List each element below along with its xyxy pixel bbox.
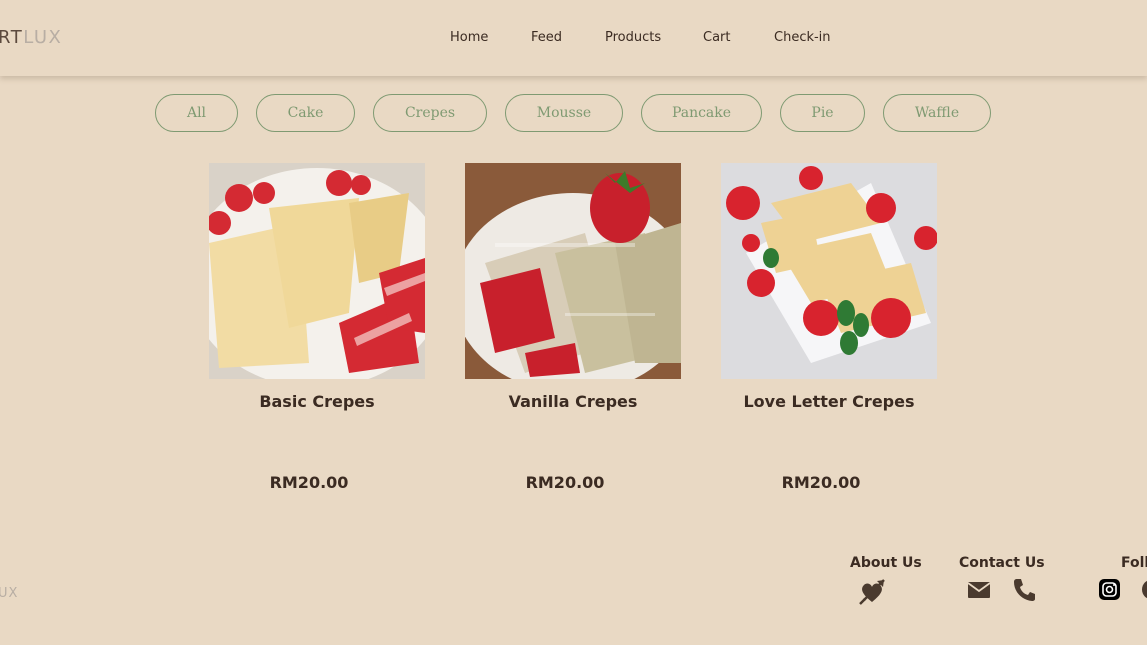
filter-pancake[interactable]: Pancake xyxy=(641,94,762,132)
product-image-vanilla-crepes[interactable] xyxy=(465,163,681,379)
follow-heading: Foll xyxy=(1121,555,1147,571)
product-name: Vanilla Crepes xyxy=(508,392,638,411)
contact-us-heading: Contact Us xyxy=(959,555,1045,571)
nav-check-in[interactable]: Check-in xyxy=(774,30,831,45)
product-price: RM20.00 xyxy=(525,473,605,492)
product-name: Basic Crepes xyxy=(259,392,375,411)
nav-home[interactable]: Home xyxy=(450,30,488,45)
main-nav: Home Feed Products Cart Check-in xyxy=(0,30,1147,50)
filter-waffle[interactable]: Waffle xyxy=(883,94,991,132)
product-card[interactable]: Vanilla Crepes RM20.00 xyxy=(465,163,681,492)
nav-products[interactable]: Products xyxy=(605,30,661,45)
product-price: RM20.00 xyxy=(269,473,349,492)
social-icon-partial[interactable] xyxy=(1141,579,1147,600)
product-image-basic-crepes[interactable] xyxy=(209,163,425,379)
product-card[interactable]: Love Letter Crepes RM20.00 xyxy=(721,163,937,492)
product-price: RM20.00 xyxy=(781,473,861,492)
heart-arrow-icon[interactable] xyxy=(858,578,886,606)
category-filters: All Cake Crepes Mousse Pancake Pie Waffl… xyxy=(0,94,1147,132)
phone-icon[interactable] xyxy=(1013,578,1035,602)
filter-pie[interactable]: Pie xyxy=(780,94,865,132)
instagram-icon[interactable] xyxy=(1099,579,1120,600)
nav-feed[interactable]: Feed xyxy=(531,30,562,45)
footer-logo: UX xyxy=(0,586,19,601)
filter-all[interactable]: All xyxy=(155,94,238,132)
mail-icon[interactable] xyxy=(967,581,991,599)
site-header: RTLUX Home Feed Products Cart Check-in xyxy=(0,0,1147,76)
product-name: Love Letter Crepes xyxy=(743,392,915,411)
product-card[interactable]: Basic Crepes RM20.00 xyxy=(209,163,425,492)
filter-crepes[interactable]: Crepes xyxy=(373,94,487,132)
nav-cart[interactable]: Cart xyxy=(703,30,731,45)
about-us-heading: About Us xyxy=(850,555,922,571)
product-image-love-letter-crepes[interactable] xyxy=(721,163,937,379)
filter-mousse[interactable]: Mousse xyxy=(505,94,623,132)
filter-cake[interactable]: Cake xyxy=(256,94,355,132)
